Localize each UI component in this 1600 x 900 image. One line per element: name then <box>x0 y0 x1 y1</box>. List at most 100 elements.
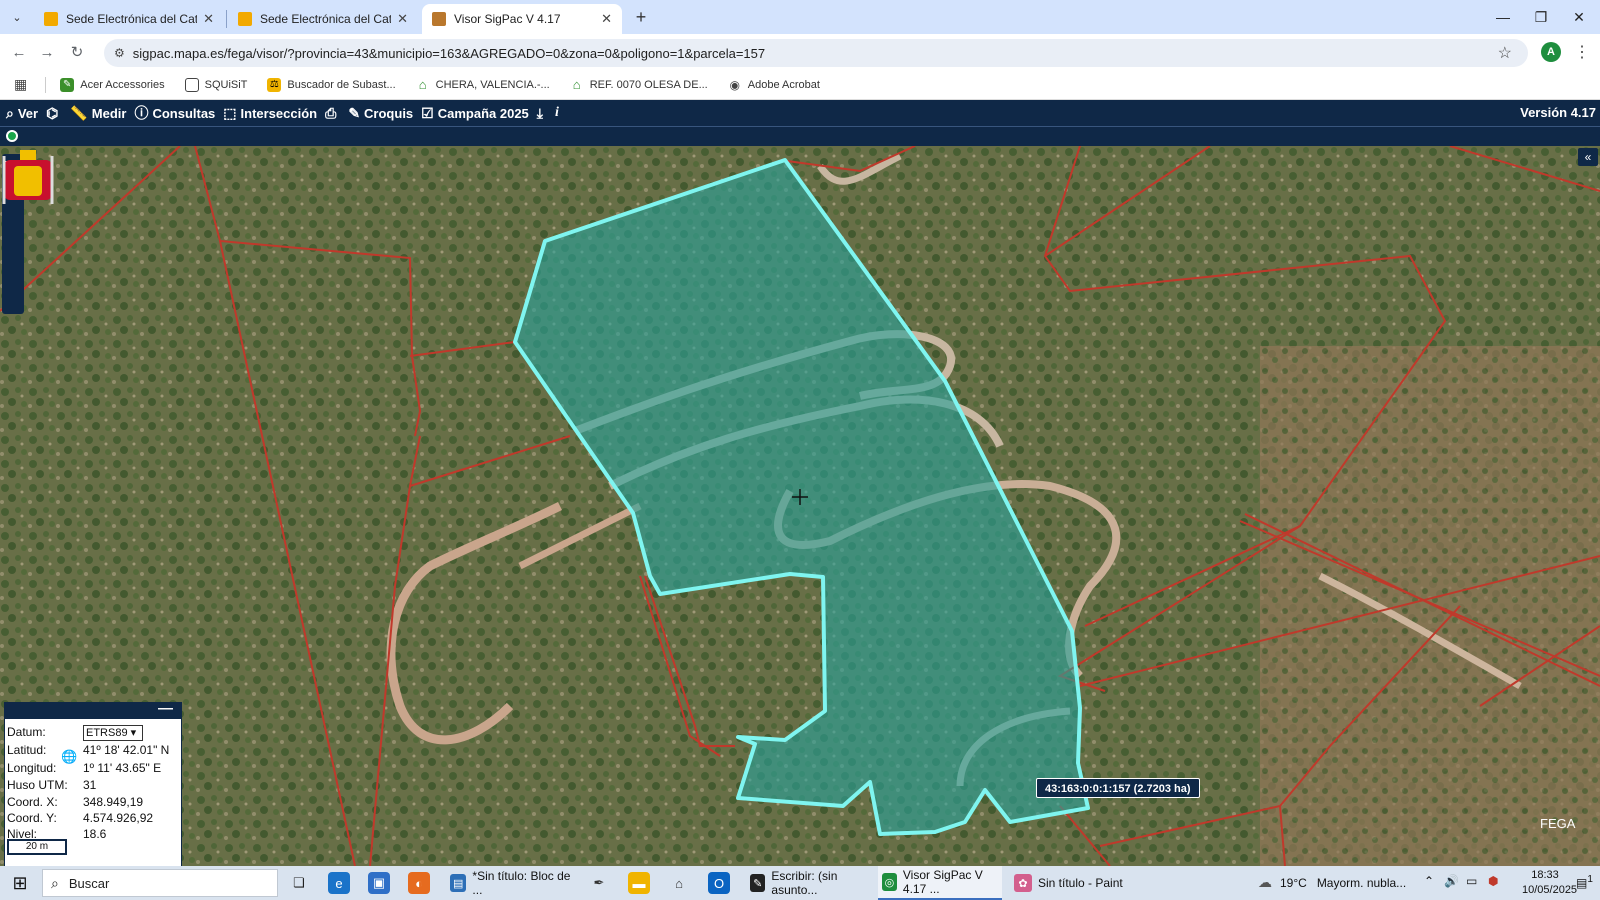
tab-catastro-1[interactable]: Sede Electrónica del Catastro - ✕ <box>34 4 224 34</box>
taskbar-app-label: *Sin título: Bloc de ... <box>472 869 571 897</box>
home-icon[interactable]: ⌂ <box>668 872 690 894</box>
cloud-icon: ☁ <box>1258 874 1272 890</box>
coord-y-label: Coord. Y: <box>7 811 57 825</box>
pen-icon: ✎ <box>750 874 766 892</box>
search-placeholder: Buscar <box>68 875 110 891</box>
taskbar-app-mail[interactable]: ✎ Escribir: (sin asunto... <box>746 866 870 900</box>
pencil-icon: ✎ <box>348 104 361 121</box>
browser-menu-icon[interactable]: ⋮ <box>1574 42 1590 62</box>
binoculars-button[interactable]: ⌬ <box>46 105 62 122</box>
close-window-icon[interactable]: ✕ <box>1564 6 1594 28</box>
bookmark-squisit[interactable]: SQUiSiT <box>184 77 247 92</box>
huso-label: Huso UTM: <box>7 778 68 792</box>
weather-widget[interactable]: ☁ 19°C Mayorm. nubla... <box>1258 874 1406 891</box>
tab-catastro-2[interactable]: Sede Electrónica del Catastro ✕ <box>228 4 418 34</box>
close-icon[interactable]: ✕ <box>203 11 214 27</box>
search-icon: ⌕ <box>6 104 14 121</box>
status-online-icon <box>6 130 18 142</box>
spain-crest-icon <box>2 150 54 204</box>
bookmark-olesa[interactable]: ⌂ REF. 0070 OLESA DE... <box>570 77 708 92</box>
croquis-button[interactable]: ✎ Croquis <box>348 105 413 122</box>
minimize-panel-icon[interactable]: — <box>158 700 173 717</box>
print-button[interactable]: ⎙ <box>325 105 340 122</box>
outlook-icon[interactable]: O <box>708 872 730 894</box>
map-viewport[interactable]: 18.6 « 43:163:0:0:1:157 (2.7203 ha) FEGA… <box>0 146 1600 866</box>
datum-select[interactable]: ETRS89 ▾ <box>83 725 143 741</box>
new-tab-button[interactable]: + <box>630 6 652 28</box>
info-icon: ⓘ <box>134 105 149 121</box>
clock-date: 10/05/2025 <box>1522 884 1578 896</box>
taskbar-app-notepad[interactable]: ▤ *Sin título: Bloc de ... <box>446 866 574 900</box>
intersection-icon: ⬚ <box>223 104 237 121</box>
taskbar-app-chrome[interactable]: ◎ Visor SigPac V 4.17 ... <box>878 866 1002 900</box>
firefox-icon[interactable]: ◐ <box>408 872 430 894</box>
volume-icon[interactable]: 🔊 <box>1444 874 1459 888</box>
sigpac-favicon-icon <box>432 12 446 26</box>
windows-start-icon[interactable]: ⊞ <box>0 866 40 900</box>
notification-icon[interactable]: ▤1 <box>1576 874 1593 890</box>
coord-x-label: Coord. X: <box>7 795 58 809</box>
parcel-label[interactable]: 43:163:0:0:1:157 (2.7203 ha) <box>1036 778 1200 798</box>
reload-icon[interactable]: ↻ <box>66 41 88 63</box>
close-icon[interactable]: ✕ <box>397 11 408 27</box>
acer-icon: ✎ <box>60 77 75 92</box>
taskbar-app-paint[interactable]: ✿ Sin título - Paint <box>1010 866 1140 900</box>
tab-title: Sede Electrónica del Catastro <box>260 12 392 26</box>
taskbar-app-label: Escribir: (sin asunto... <box>771 869 838 897</box>
medir-button[interactable]: 📏 Medir <box>70 105 126 122</box>
forward-arrow-icon[interactable]: → <box>36 41 58 63</box>
store-icon[interactable]: ▣ <box>368 872 390 894</box>
huso-value: 31 <box>83 778 97 792</box>
edge-icon[interactable]: e <box>328 872 350 894</box>
consultas-button[interactable]: ⓘ Consultas <box>134 103 215 123</box>
restore-icon[interactable]: ❐ <box>1526 6 1556 28</box>
campana-button[interactable]: ☑ Campaña 2025 <box>421 105 529 122</box>
search-icon: ⌕ <box>51 874 59 891</box>
globe-icon[interactable]: 🌐 <box>61 749 77 765</box>
taskbar-search[interactable]: ⌕ Buscar <box>42 869 278 897</box>
url-text[interactable]: sigpac.mapa.es/fega/visor/?provincia=43&… <box>133 46 765 61</box>
download-button[interactable]: ⤓ <box>537 105 547 122</box>
chevron-up-icon[interactable]: ⌃ <box>1424 874 1434 888</box>
clock[interactable]: 18:33 10/05/2025 <box>1522 868 1578 898</box>
browser-navbar: ← → ↻ ⚙ sigpac.mapa.es/fega/visor/?provi… <box>0 34 1600 70</box>
latitude-label: Latitud: <box>7 743 47 757</box>
folder-icon <box>184 77 199 92</box>
tab-title: Visor SigPac V 4.17 <box>454 12 561 26</box>
tab-sigpac[interactable]: Visor SigPac V 4.17 ✕ <box>422 4 622 34</box>
close-icon[interactable]: ✕ <box>601 11 612 27</box>
status-row <box>0 126 1600 146</box>
pen-tool-icon[interactable]: ✒ <box>588 872 610 894</box>
bookmark-star-icon[interactable]: ☆ <box>1498 43 1512 63</box>
chrome-icon: ◎ <box>882 873 897 891</box>
minimize-icon[interactable]: — <box>1488 6 1518 28</box>
clock-time: 18:33 <box>1531 869 1559 881</box>
network-icon[interactable]: ▭ <box>1466 874 1477 888</box>
about-button[interactable]: i <box>555 105 563 121</box>
nivel-value: 18.6 <box>83 827 107 841</box>
bookmark-subastas[interactable]: ⚖ Buscador de Subast... <box>267 77 396 92</box>
notepad-icon: ▤ <box>450 874 467 892</box>
binoculars-icon: ⌬ <box>46 104 59 121</box>
file-explorer-icon[interactable]: ▬ <box>628 872 650 894</box>
house-icon: ⌂ <box>418 77 427 92</box>
interseccion-button[interactable]: ⬚ Intersección <box>223 105 317 122</box>
coordinates-panel: — Datum: ETRS89 ▾ Latitud: 41º 18' 42.01… <box>4 700 182 866</box>
collapse-panel-button[interactable]: « <box>1578 148 1598 166</box>
security-icon[interactable]: ⬢ <box>1488 874 1498 888</box>
back-arrow-icon[interactable]: ← <box>8 41 30 63</box>
bookmark-acer[interactable]: ✎ Acer Accessories <box>60 77 165 92</box>
address-bar[interactable]: ⚙ sigpac.mapa.es/fega/visor/?provincia=4… <box>104 39 1528 67</box>
tab-search-icon[interactable]: ⌄ <box>6 6 28 28</box>
catastro-favicon-icon <box>238 12 252 26</box>
task-view-icon[interactable]: ❏ <box>288 872 310 894</box>
profile-avatar[interactable]: A <box>1541 42 1561 62</box>
bookmark-acrobat[interactable]: ◉ Adobe Acrobat <box>728 78 820 92</box>
bookmark-chera[interactable]: ⌂ CHERA, VALENCIA.-... <box>416 77 550 92</box>
info-italic-icon: i <box>555 105 559 120</box>
apps-grid-icon[interactable]: ▦ <box>14 76 27 93</box>
taskbar: ⊞ ⌕ Buscar ❏ e ▣ ◐ ▤ *Sin título: Bloc d… <box>0 866 1600 900</box>
ver-button[interactable]: ⌕ Ver <box>6 105 38 122</box>
site-settings-icon[interactable]: ⚙ <box>114 46 125 60</box>
coordinates-panel-header: — <box>5 700 181 719</box>
